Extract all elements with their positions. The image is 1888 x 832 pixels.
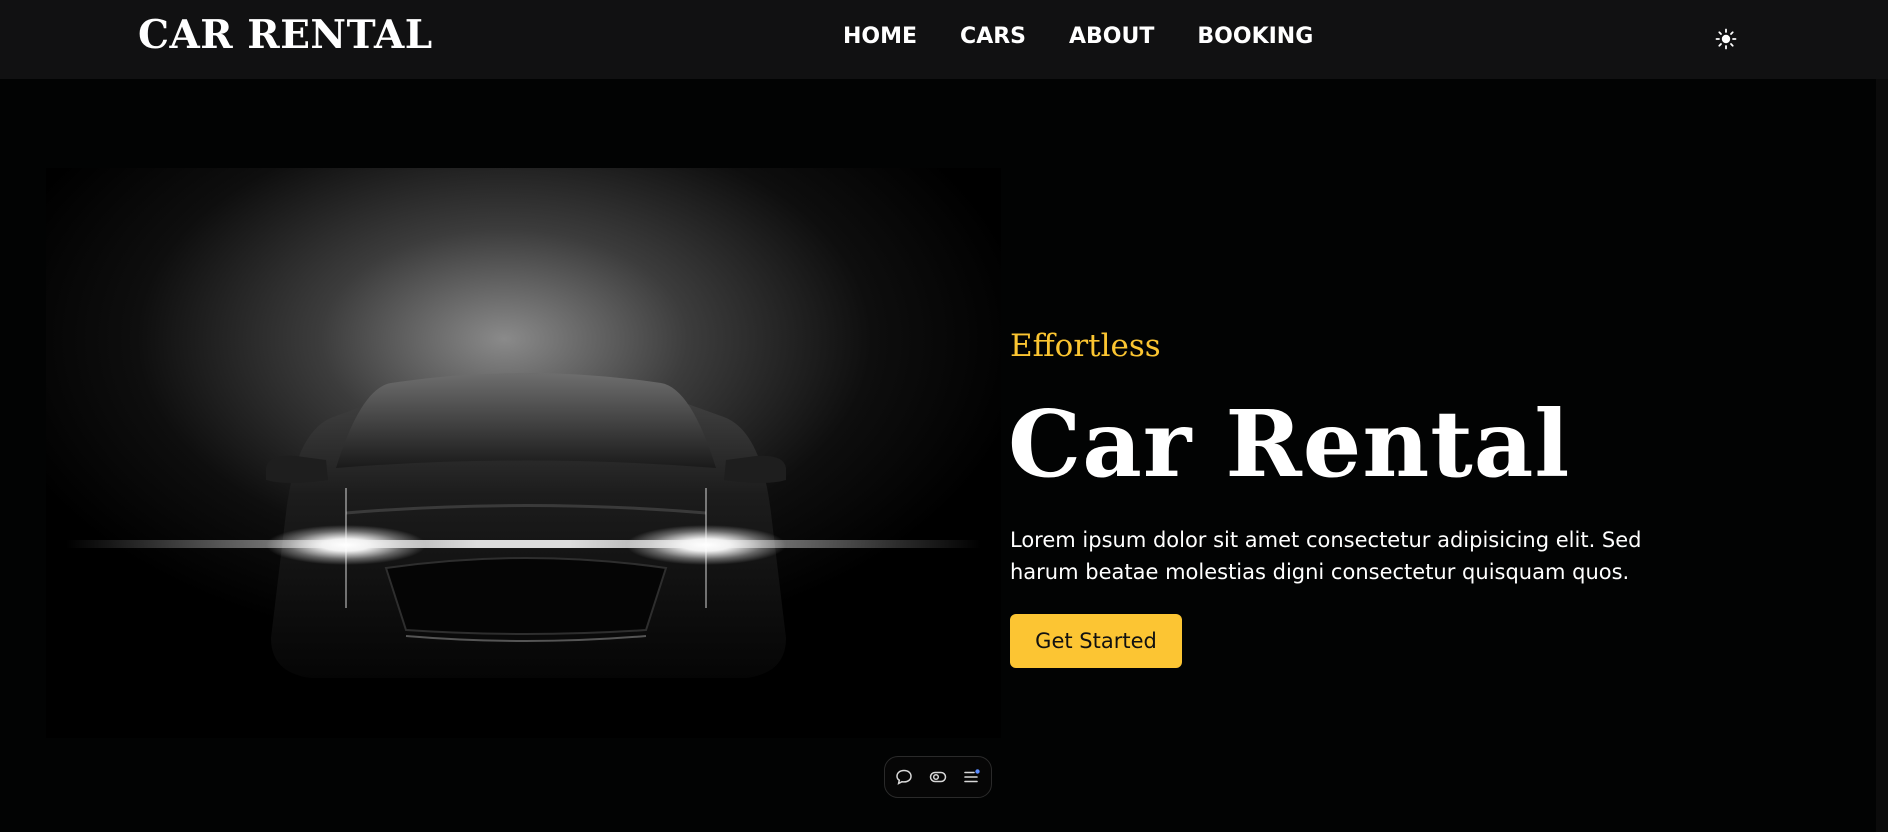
floating-toolbar xyxy=(884,756,992,798)
navbar: CAR RENTAL HOME CARS ABOUT BOOKING xyxy=(0,0,1888,79)
nav-cars-link[interactable]: CARS xyxy=(960,24,1026,49)
page-scrollbar[interactable] xyxy=(1876,79,1888,832)
get-started-button[interactable]: Get Started xyxy=(1010,614,1182,668)
main-nav: HOME CARS ABOUT BOOKING xyxy=(843,24,1313,49)
nav-about-link[interactable]: ABOUT xyxy=(1069,24,1154,49)
eye-toggle-icon[interactable] xyxy=(929,768,947,786)
list-icon[interactable] xyxy=(963,768,981,786)
sun-icon[interactable] xyxy=(1714,27,1738,51)
hero-title: Car Rental xyxy=(1008,390,1571,498)
nav-booking-link[interactable]: BOOKING xyxy=(1197,24,1313,49)
comment-icon[interactable] xyxy=(895,768,913,786)
nav-home-link[interactable]: HOME xyxy=(843,24,917,49)
hero-subtitle: Effortless xyxy=(1010,328,1161,364)
hero-description: Lorem ipsum dolor sit amet consectetur a… xyxy=(1010,528,1642,584)
brand-logo[interactable]: CAR RENTAL xyxy=(138,12,433,58)
car-headlights-image xyxy=(46,168,1001,738)
